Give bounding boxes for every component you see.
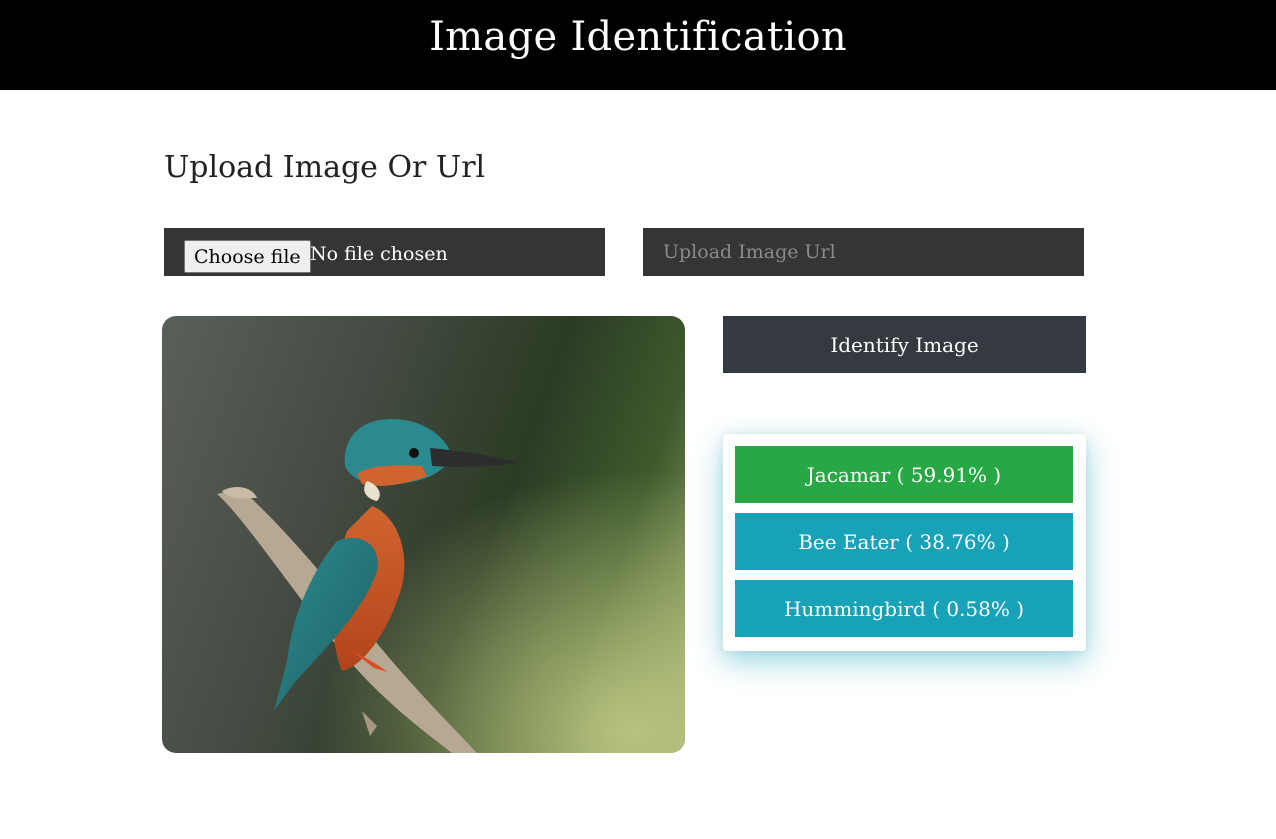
- image-url-input[interactable]: [643, 228, 1084, 276]
- result-item-hummingbird: Hummingbird ( 0.58% ): [735, 580, 1073, 637]
- image-preview: [162, 316, 685, 753]
- file-status-text: No file chosen: [310, 243, 448, 265]
- choose-file-button[interactable]: Choose file: [184, 240, 311, 273]
- result-item-jacamar: Jacamar ( 59.91% ): [735, 446, 1073, 503]
- result-item-bee-eater: Bee Eater ( 38.76% ): [735, 513, 1073, 570]
- upload-section-title: Upload Image Or Url: [164, 150, 486, 185]
- page-header: Image Identification: [0, 0, 1276, 90]
- kingfisher-image: [162, 316, 685, 753]
- identify-image-button[interactable]: Identify Image: [723, 316, 1086, 373]
- page-title: Image Identification: [429, 14, 847, 60]
- file-upload-field[interactable]: Choose file No file chosen: [164, 228, 605, 276]
- results-panel: Jacamar ( 59.91% ) Bee Eater ( 38.76% ) …: [723, 434, 1086, 651]
